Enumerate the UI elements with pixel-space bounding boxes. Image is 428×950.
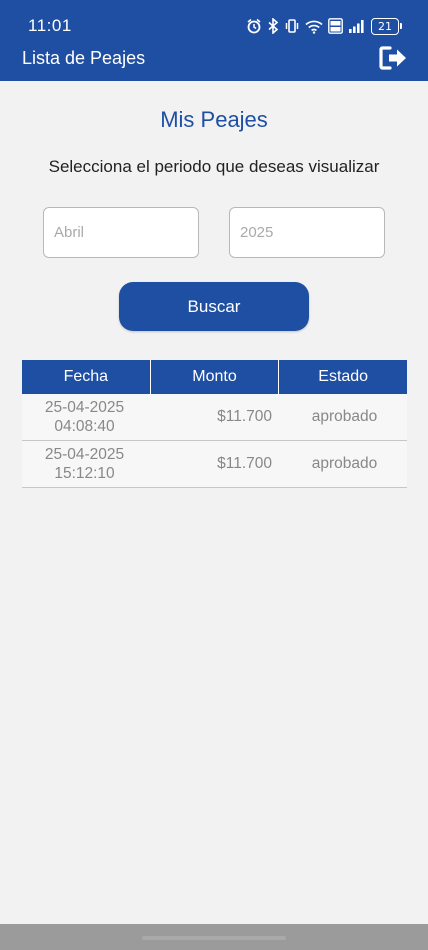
month-field[interactable]	[43, 207, 199, 258]
row-date-cell: 25-04-2025 15:12:10	[22, 445, 147, 483]
row-date-cell: 25-04-2025 04:08:40	[22, 398, 147, 436]
column-header-status: Estado	[318, 368, 369, 385]
logout-button[interactable]	[378, 45, 408, 71]
table-row: 25-04-2025 15:12:10 $11.700 aprobado	[22, 441, 407, 488]
column-header-amount: Monto	[151, 360, 280, 394]
tolls-table: Fecha Monto Estado 25-04-2025 04:08:40 $…	[22, 360, 407, 488]
battery-icon: 21	[371, 17, 402, 35]
period-instruction: Selecciona el periodo que deseas visuali…	[48, 157, 380, 176]
row-status: aprobado	[311, 455, 378, 472]
row-date: 25-04-2025	[44, 399, 125, 416]
table-header: Fecha Monto Estado	[22, 360, 407, 394]
home-gesture-handle[interactable]	[142, 936, 286, 940]
volte-icon	[328, 18, 343, 34]
row-time: 04:08:40	[54, 418, 115, 435]
column-header-date: Fecha	[22, 360, 151, 394]
wifi-icon	[305, 20, 323, 34]
table-row: 25-04-2025 04:08:40 $11.700 aprobado	[22, 394, 407, 441]
row-amount: $11.700	[217, 455, 272, 472]
app-bar-title: Lista de Peajes	[22, 48, 146, 68]
app-bar: 11:01 21 Lista de Peajes	[0, 0, 428, 81]
signal-icon	[349, 19, 364, 33]
page-title: Mis Peajes	[160, 107, 268, 132]
vibrate-icon	[285, 19, 299, 33]
system-nav-bar	[0, 924, 428, 950]
row-status: aprobado	[311, 408, 378, 425]
status-icons: 21	[246, 15, 402, 37]
alarm-icon	[247, 18, 261, 34]
search-button[interactable]: Buscar	[119, 282, 309, 331]
status-time: 11:01	[28, 16, 72, 35]
battery-level: 21	[371, 17, 399, 35]
row-time: 15:12:10	[54, 465, 115, 482]
row-date: 25-04-2025	[44, 446, 125, 463]
bluetooth-icon	[268, 18, 279, 34]
logout-icon	[379, 46, 406, 70]
row-amount: $11.700	[217, 408, 272, 425]
year-field[interactable]	[229, 207, 385, 258]
